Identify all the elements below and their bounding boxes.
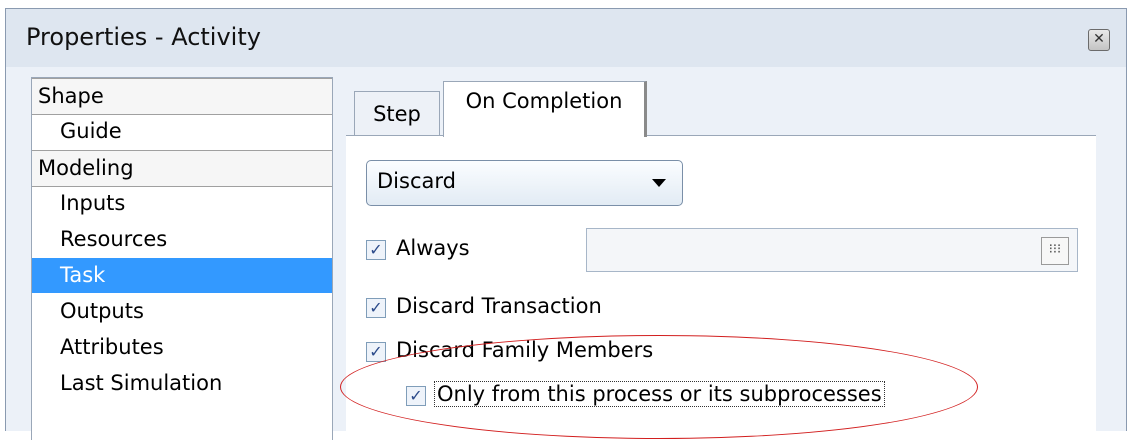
nav-group-shape[interactable]: Shape: [32, 78, 332, 115]
nav-item-outputs[interactable]: Outputs: [32, 294, 332, 329]
tab-on-completion[interactable]: On Completion: [443, 81, 647, 137]
only-from-process-label: Only from this process or its subprocess…: [434, 381, 885, 407]
title-bar: Properties - Activity ✕: [6, 9, 1126, 67]
discard-transaction-label: Discard Transaction: [396, 294, 602, 318]
completion-mode-value: Discard: [377, 169, 456, 193]
nav-group-modeling[interactable]: Modeling: [32, 150, 332, 187]
always-label: Always: [396, 236, 470, 260]
nav-item-attributes[interactable]: Attributes: [32, 330, 332, 365]
close-icon[interactable]: ✕: [1088, 29, 1110, 51]
properties-window: Properties - Activity ✕ Shape Guide Mode…: [5, 8, 1127, 440]
always-checkbox[interactable]: ✓: [366, 240, 386, 260]
only-from-process-checkbox[interactable]: ✓: [406, 386, 426, 406]
settings-area: Step On Completion Discard ✓ Always ⁝⁝⁝ …: [346, 77, 1126, 440]
nav-item-resources[interactable]: Resources: [32, 222, 332, 257]
nav-item-guide[interactable]: Guide: [32, 114, 332, 149]
chevron-down-icon: [652, 179, 666, 187]
completion-mode-select[interactable]: Discard: [366, 160, 683, 206]
ellipsis-grid-icon[interactable]: ⁝⁝⁝: [1041, 237, 1069, 265]
discard-transaction-checkbox[interactable]: ✓: [366, 298, 386, 318]
category-list: Shape Guide Modeling Inputs Resources Ta…: [31, 77, 333, 440]
tab-step[interactable]: Step: [354, 91, 440, 136]
discard-family-checkbox[interactable]: ✓: [366, 342, 386, 362]
always-expression-field[interactable]: ⁝⁝⁝: [586, 228, 1078, 272]
nav-item-inputs[interactable]: Inputs: [32, 186, 332, 221]
nav-item-last-simulation[interactable]: Last Simulation: [32, 366, 332, 401]
on-completion-panel: Discard ✓ Always ⁝⁝⁝ ✓ Discard Transacti…: [346, 135, 1096, 440]
window-title: Properties - Activity: [26, 23, 261, 51]
nav-item-task[interactable]: Task: [32, 258, 332, 293]
discard-family-label: Discard Family Members: [396, 338, 654, 362]
